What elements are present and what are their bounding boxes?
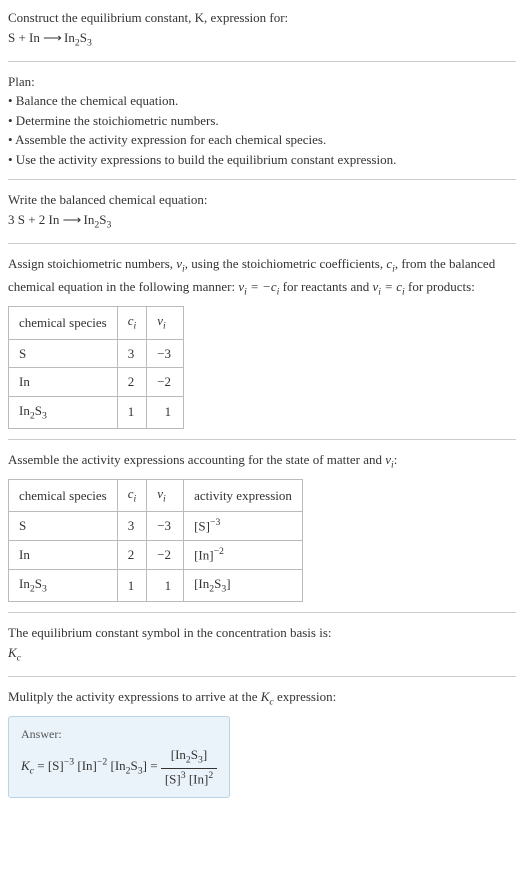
col-nu: νi: [147, 307, 184, 339]
plan-title: Plan:: [8, 72, 516, 92]
answer-fraction: [In2S3] [S]3 [In]2: [161, 745, 217, 789]
activity-expr-cell: [In]−2: [184, 541, 303, 570]
activity-text: Assemble the activity expressions accoun…: [8, 450, 516, 473]
table-row: In 2 −2: [9, 368, 184, 397]
section-stoich: Assign stoichiometric numbers, νi, using…: [8, 254, 516, 440]
multiply-text: Mulitply the activity expressions to arr…: [8, 687, 516, 710]
nu-cell: −2: [147, 368, 184, 397]
col-species: chemical species: [9, 307, 118, 339]
kc-symbol-text: The equilibrium constant symbol in the c…: [8, 623, 516, 643]
nu-cell: 1: [147, 569, 184, 601]
species-cell: In: [9, 368, 118, 397]
answer-expression: Kc = [S]−3 [In]−2 [In2S3] = [In2S3] [S]3…: [21, 745, 217, 789]
answer-label: Answer:: [21, 725, 217, 743]
table-row: In2S3 1 1 [In2S3]: [9, 569, 303, 601]
species-cell: S: [9, 512, 118, 541]
ci-cell: 2: [117, 541, 147, 570]
species-cell: S: [9, 339, 118, 368]
plan-bullet-2: • Determine the stoichiometric numbers.: [8, 111, 516, 131]
plan-bullet-4: • Use the activity expressions to build …: [8, 150, 516, 170]
table-header-row: chemical species ci νi: [9, 307, 184, 339]
fraction-numerator: [In2S3]: [161, 745, 217, 769]
ci-cell: 3: [117, 339, 147, 368]
nu-cell: −3: [147, 339, 184, 368]
activity-table: chemical species ci νi activity expressi…: [8, 479, 303, 602]
balanced-reaction: 3 S + 2 In ⟶ In2S3: [8, 210, 516, 233]
fraction-denominator: [S]3 [In]2: [161, 769, 217, 789]
stoich-table: chemical species ci νi S 3 −3 In 2 −2 In…: [8, 306, 184, 428]
balanced-title: Write the balanced chemical equation:: [8, 190, 516, 210]
table-row: S 3 −3: [9, 339, 184, 368]
kc-symbol: Kc: [8, 643, 516, 666]
section-kc-symbol: The equilibrium constant symbol in the c…: [8, 623, 516, 677]
species-cell: In2S3: [9, 569, 118, 601]
section-activity: Assemble the activity expressions accoun…: [8, 450, 516, 613]
section-plan: Plan: • Balance the chemical equation. •…: [8, 72, 516, 181]
section-prompt: Construct the equilibrium constant, K, e…: [8, 8, 516, 62]
section-balanced: Write the balanced chemical equation: 3 …: [8, 190, 516, 244]
col-nu: νi: [147, 480, 184, 512]
activity-expr-cell: [S]−3: [184, 512, 303, 541]
plan-bullet-3: • Assemble the activity expression for e…: [8, 130, 516, 150]
table-row: S 3 −3 [S]−3: [9, 512, 303, 541]
table-row: In 2 −2 [In]−2: [9, 541, 303, 570]
col-species: chemical species: [9, 480, 118, 512]
ci-symbol: ci: [386, 256, 395, 271]
ci-cell: 1: [117, 569, 147, 601]
prompt-text: Construct the equilibrium constant, K, e…: [8, 10, 288, 25]
nu-cell: 1: [147, 396, 184, 428]
col-ci: ci: [117, 480, 147, 512]
col-activity: activity expression: [184, 480, 303, 512]
nu-cell: −2: [147, 541, 184, 570]
plan-bullet-1: • Balance the chemical equation.: [8, 91, 516, 111]
ci-cell: 1: [117, 396, 147, 428]
prompt-line1: Construct the equilibrium constant, K, e…: [8, 8, 516, 28]
nu-cell: −3: [147, 512, 184, 541]
answer-box: Answer: Kc = [S]−3 [In]−2 [In2S3] = [In2…: [8, 716, 230, 798]
unbalanced-reaction: S + In ⟶ In2S3: [8, 28, 516, 51]
activity-expr-cell: [In2S3]: [184, 569, 303, 601]
nu-symbol: νi: [176, 256, 185, 271]
stoich-text: Assign stoichiometric numbers, νi, using…: [8, 254, 516, 300]
ci-cell: 2: [117, 368, 147, 397]
table-row: In2S3 1 1: [9, 396, 184, 428]
species-cell: In2S3: [9, 396, 118, 428]
species-cell: In: [9, 541, 118, 570]
table-header-row: chemical species ci νi activity expressi…: [9, 480, 303, 512]
col-ci: ci: [117, 307, 147, 339]
ci-cell: 3: [117, 512, 147, 541]
section-answer: Mulitply the activity expressions to arr…: [8, 687, 516, 808]
